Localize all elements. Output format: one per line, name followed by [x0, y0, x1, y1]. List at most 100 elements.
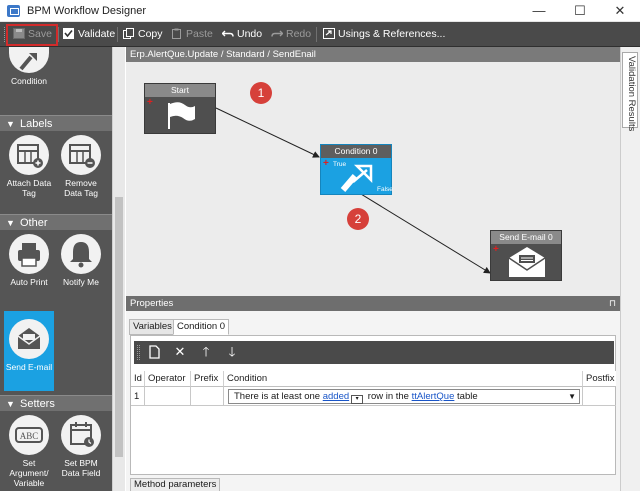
tool-attach-data-tag[interactable]: Attach Data Tag	[4, 135, 54, 198]
tool-set-bpm-data-field[interactable]: Set BPM Data Field	[56, 415, 106, 478]
save-highlight-box	[6, 24, 58, 46]
title-bar: BPM Workflow Designer — ☐ ✕	[0, 0, 640, 22]
paste-icon	[172, 28, 181, 39]
table-remove-icon	[61, 135, 101, 175]
section-setters-title: Setters	[20, 398, 55, 410]
abc-icon: ABC	[9, 415, 49, 455]
svg-text:ABC: ABC	[20, 431, 39, 441]
chevron-down-icon: ▼	[6, 218, 15, 228]
connector-start-to-condition[interactable]	[215, 107, 320, 158]
tool-condition-label: Condition	[11, 76, 47, 86]
tool-notify-me[interactable]: Notify Me	[56, 234, 106, 287]
tool-notify-label: Notify Me	[63, 277, 99, 287]
chevron-down-icon: ▼	[6, 119, 15, 129]
grid-toolbar-grip[interactable]	[137, 345, 140, 360]
validate-button[interactable]: Validate	[63, 26, 115, 43]
new-row-icon[interactable]	[146, 344, 162, 360]
printer-icon	[9, 234, 49, 274]
chevron-down-icon[interactable]: ▼	[568, 390, 576, 403]
grid-toolbar: ✕ 🡑 🡓	[134, 341, 614, 364]
calendar-table-icon	[61, 415, 101, 455]
copy-icon	[123, 28, 134, 39]
section-other[interactable]: ▼ Other	[0, 214, 112, 230]
tool-setbpm-label: Set BPM Data Field	[61, 458, 101, 478]
column-header-condition[interactable]: Condition	[224, 371, 583, 387]
window-title: BPM Workflow Designer	[27, 5, 146, 17]
column-header-postfix[interactable]: Postfix	[583, 371, 616, 387]
tool-setarg-label: Set Argument/ Variable	[9, 458, 49, 488]
workflow-breadcrumb: Erp.AlertQue.Update / Standard / SendEna…	[126, 47, 620, 62]
move-down-icon[interactable]: 🡓	[224, 344, 240, 360]
delete-row-icon[interactable]: ✕	[172, 344, 188, 360]
table-row-prefix[interactable]	[191, 387, 224, 406]
node-start[interactable]: Start +	[144, 83, 216, 134]
move-up-icon[interactable]: 🡑	[198, 344, 214, 360]
validation-results-tab[interactable]: Validation Results	[622, 52, 638, 131]
redo-icon	[271, 30, 283, 37]
tool-send-email[interactable]: Send E-mail	[4, 311, 54, 391]
tool-attach-label: Attach Data Tag	[6, 178, 52, 198]
close-button[interactable]: ✕	[600, 0, 640, 22]
redo-button[interactable]: Redo	[271, 26, 311, 43]
condition-editor-dropdown[interactable]: There is at least one added ▾ row in the …	[228, 389, 580, 404]
palette-scrollbar-thumb[interactable]	[115, 197, 123, 457]
table-row-operator[interactable]	[145, 387, 191, 406]
minimize-button[interactable]: —	[519, 0, 559, 22]
condition-link-added[interactable]: added	[323, 391, 349, 402]
maximize-button[interactable]: ☐	[560, 0, 600, 22]
undo-button[interactable]: Undo	[222, 26, 262, 43]
table-attach-icon	[9, 135, 49, 175]
properties-panel: Variables Condition 0 ✕ 🡑 🡓 Id Operator …	[126, 311, 620, 491]
usings-references-button[interactable]: Usings & References...	[323, 26, 445, 43]
condition-icon	[9, 47, 49, 73]
envelope-icon	[9, 319, 49, 359]
tool-condition[interactable]: Condition	[4, 47, 54, 86]
node-condition-title: Condition 0	[321, 145, 391, 158]
tool-remove-data-tag[interactable]: Remove Data Tag	[56, 135, 106, 198]
condition-prefix-text: There is at least one	[234, 391, 321, 402]
node-send-email[interactable]: Send E-mail 0 +	[490, 230, 562, 281]
node-start-title: Start	[145, 84, 215, 97]
toolbar-separator	[316, 27, 317, 42]
envelope-icon	[508, 247, 546, 277]
column-header-operator[interactable]: Operator	[145, 371, 191, 387]
section-setters[interactable]: ▼ Setters	[0, 395, 112, 411]
workflow-canvas[interactable]: Start + Condition 0 + True False Send E-…	[126, 62, 620, 296]
node-condition[interactable]: Condition 0 + True False	[320, 144, 393, 195]
paste-button[interactable]: Paste	[171, 26, 213, 43]
usings-label: Usings & References...	[338, 28, 446, 40]
pin-icon[interactable]: ⊓	[609, 296, 616, 311]
section-other-title: Other	[20, 217, 48, 229]
tab-method-parameters[interactable]: Method parameters	[130, 478, 221, 491]
condition-middle-text: row in the	[367, 391, 409, 402]
copy-label: Copy	[138, 28, 163, 40]
section-labels[interactable]: ▼ Labels	[0, 115, 112, 131]
tool-set-argument-variable[interactable]: ABC Set Argument/ Variable	[4, 415, 54, 488]
section-labels-title: Labels	[20, 118, 53, 130]
checkbox-icon	[63, 28, 74, 39]
tool-auto-print[interactable]: Auto Print	[4, 234, 54, 287]
copy-button[interactable]: Copy	[123, 26, 163, 43]
marker-2: 2	[347, 208, 369, 230]
marker-1: 1	[250, 82, 272, 104]
column-header-id[interactable]: Id	[131, 371, 145, 387]
properties-header: Properties ⊓	[126, 296, 620, 311]
tab-variables[interactable]: Variables	[129, 319, 176, 335]
references-icon	[323, 28, 335, 39]
node-sendemail-title: Send E-mail 0	[491, 231, 561, 244]
condition-mini-dropdown-icon[interactable]: ▾	[351, 395, 364, 404]
tab-condition-0[interactable]: Condition 0	[173, 319, 230, 335]
tool-autoprint-label: Auto Print	[10, 277, 48, 287]
column-header-prefix[interactable]: Prefix	[191, 371, 224, 387]
toolbar-separator	[58, 27, 59, 42]
toolbar-separator	[117, 27, 118, 42]
chevron-down-icon: ▼	[6, 399, 15, 409]
undo-label: Undo	[237, 28, 263, 40]
properties-title: Properties	[130, 298, 174, 309]
table-row-postfix[interactable]	[583, 387, 616, 406]
condition-link-table[interactable]: ttAlertQue	[412, 391, 455, 402]
palette-scrollbar[interactable]	[112, 47, 125, 491]
app-icon	[7, 5, 20, 17]
validate-label: Validate	[78, 28, 116, 40]
table-row-id[interactable]: 1	[131, 387, 145, 406]
